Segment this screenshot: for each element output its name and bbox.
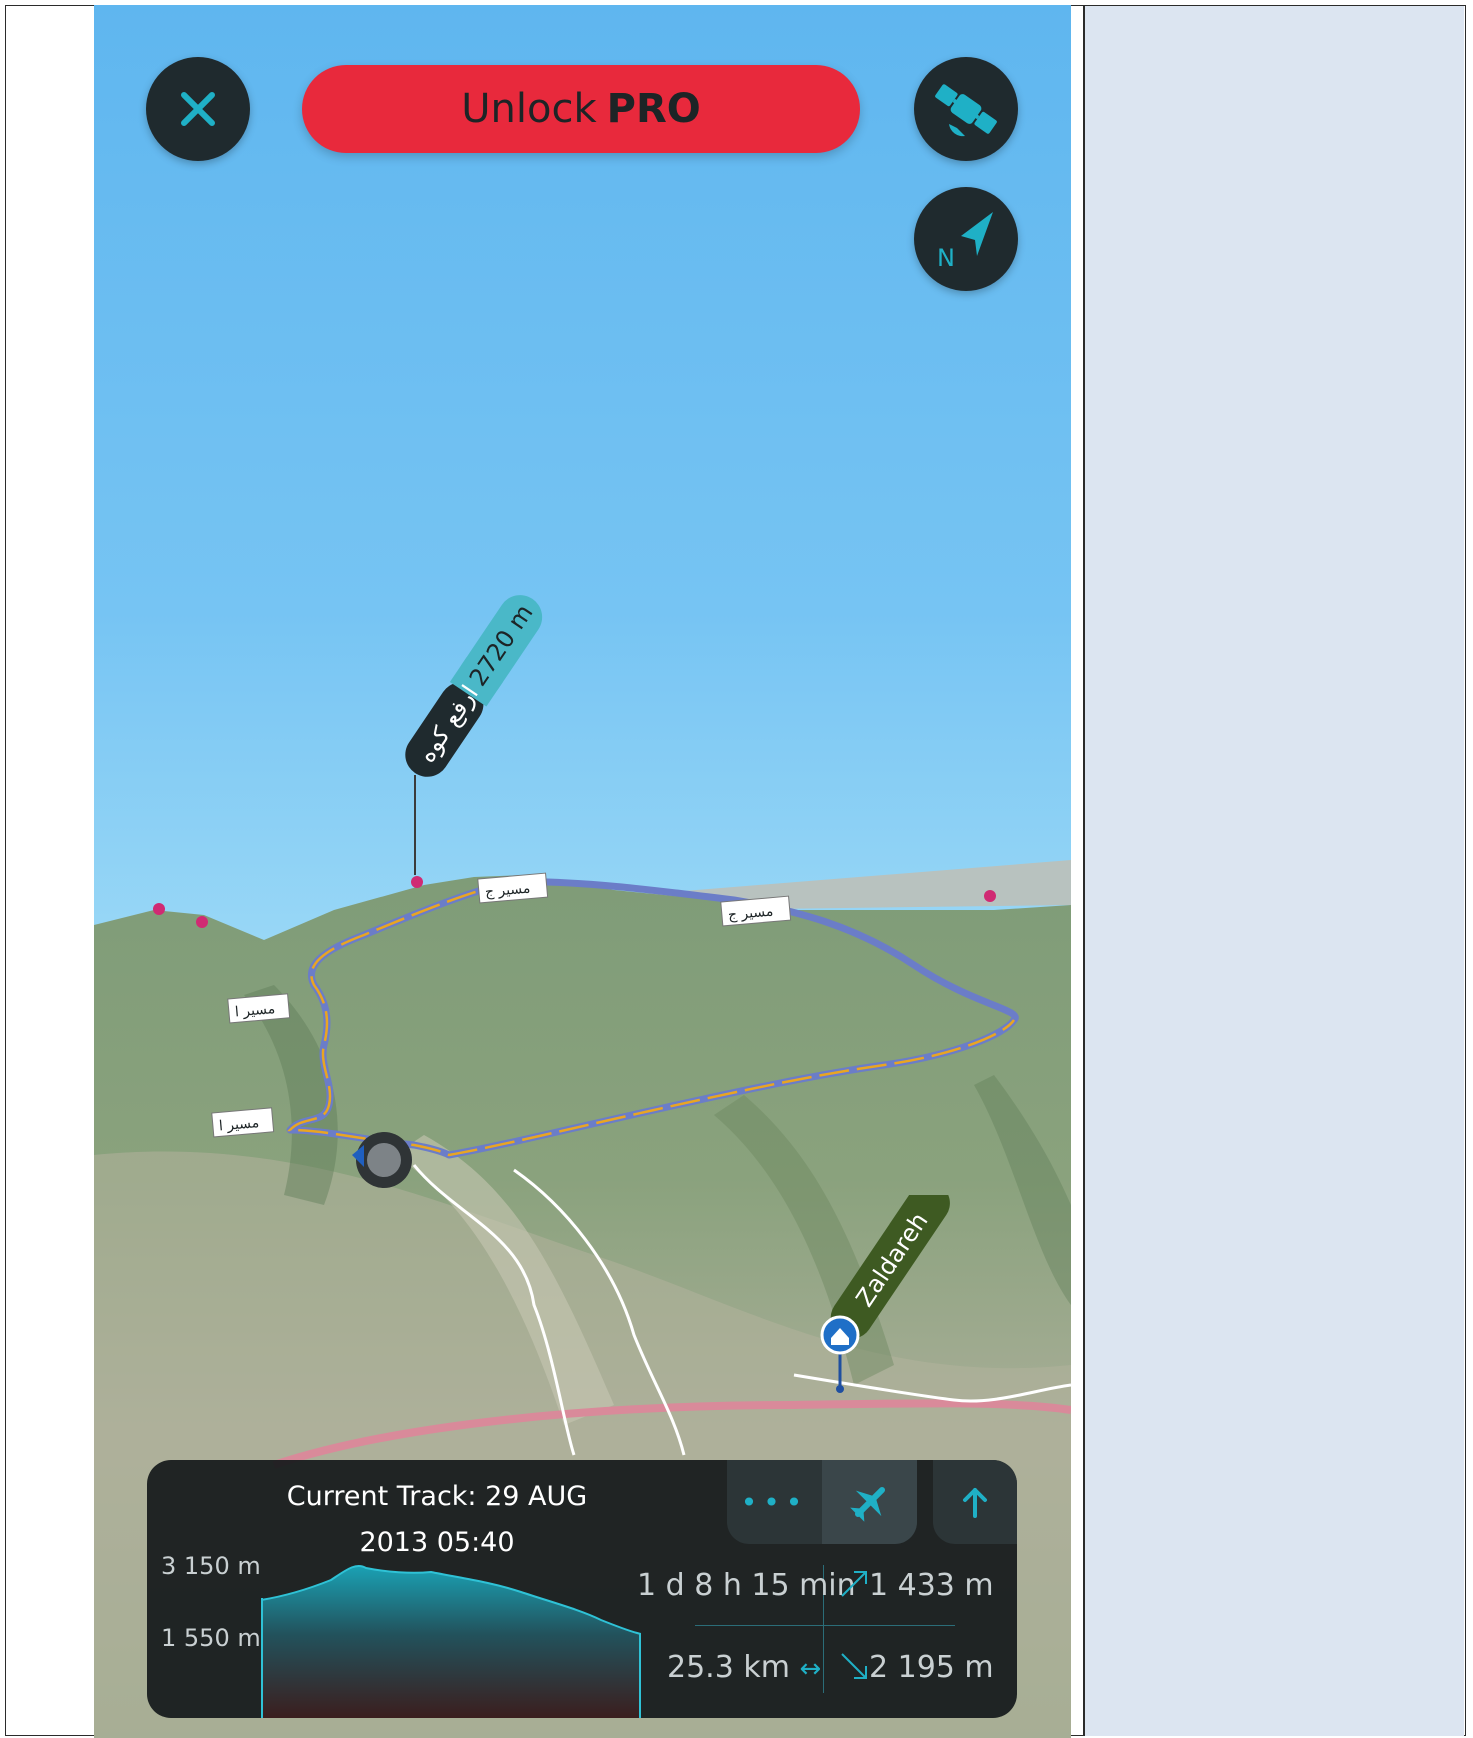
track-summary-card[interactable]: Current Track: 29 AUG 2013 05:40 ••• 3 1… (147, 1460, 1017, 1718)
side-panel (1085, 6, 1464, 1736)
satellite-icon (935, 84, 997, 137)
arrow-up-icon (963, 1488, 987, 1518)
unlock-label: Unlock (461, 86, 597, 132)
ascent-value: 1 433 m (869, 1568, 994, 1603)
elevation-max-label: 3 150 m (161, 1552, 261, 1580)
stats-divider-h (695, 1625, 955, 1626)
ascent-stat: 1 433 m (839, 1568, 994, 1603)
descent-arrow-icon (841, 1653, 867, 1679)
svg-text:N: N (937, 244, 955, 272)
track-title: Current Track: 29 AUG 2013 05:40 (267, 1474, 607, 1566)
distance-stat: 25.3 km ↔ (667, 1650, 821, 1685)
elevation-min-label: 1 550 m (161, 1624, 261, 1652)
satellite-layer-button[interactable] (914, 57, 1018, 161)
unlock-pro-button[interactable]: Unlock PRO (302, 65, 860, 153)
more-button[interactable]: ••• (727, 1460, 822, 1544)
track-tools: ••• (727, 1460, 917, 1544)
descent-stat: 2 195 m (839, 1650, 994, 1685)
descent-value: 2 195 m (869, 1650, 994, 1685)
village-pin[interactable]: Zaldareh (784, 1195, 984, 1395)
expand-button[interactable] (933, 1460, 1017, 1544)
compass-north-icon: N (937, 212, 993, 272)
summit-label-pin[interactable]: ارفع کوه 2720 m (389, 575, 579, 885)
ascent-arrow-icon (841, 1571, 867, 1597)
track-title-line1: Current Track: 29 AUG (286, 1481, 588, 1512)
close-button[interactable] (146, 57, 250, 161)
duration-value: 1 d 8 h 15 min (637, 1568, 856, 1603)
close-icon (181, 92, 215, 126)
compass-button[interactable]: N (914, 187, 1018, 291)
flyover-button[interactable] (822, 1460, 917, 1544)
distance-value: 25.3 km (667, 1650, 790, 1685)
distance-arrows-icon: ↔ (799, 1654, 822, 1684)
more-dots-icon: ••• (740, 1485, 809, 1519)
airplane-icon (849, 1486, 885, 1522)
unlock-pro-label: PRO (606, 86, 701, 132)
map-view[interactable]: ارفع کوه 2720 m مسیر ج مسیر ج مسیر ا مسی… (94, 5, 1071, 1738)
elevation-profile[interactable] (261, 1558, 641, 1718)
